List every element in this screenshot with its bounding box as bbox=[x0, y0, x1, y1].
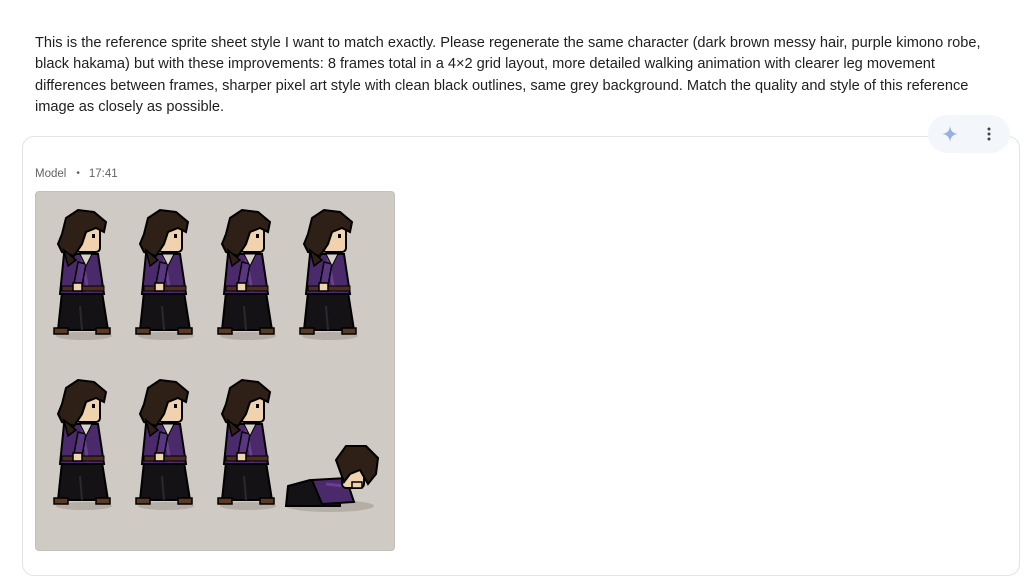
user-message: This is the reference sprite sheet style… bbox=[35, 34, 981, 116]
sprite-frame-8 bbox=[284, 444, 380, 514]
sprite-sheet-canvas bbox=[52, 208, 380, 514]
response-meta: Model • 17:41 bbox=[35, 166, 118, 182]
meta-separator: • bbox=[76, 168, 80, 179]
sprite-sheet-image[interactable] bbox=[35, 191, 395, 551]
sprite-frame-3 bbox=[216, 208, 278, 342]
more-options-button[interactable] bbox=[976, 121, 1002, 147]
more-vertical-icon bbox=[987, 127, 991, 141]
timestamp: 17:41 bbox=[88, 168, 118, 180]
sprite-frame-5 bbox=[52, 378, 114, 512]
sprite-frame-7 bbox=[216, 378, 278, 512]
author-label: Model bbox=[35, 168, 67, 180]
sparkle-icon bbox=[942, 126, 958, 142]
sprite-frame-2 bbox=[134, 208, 196, 342]
sprite-frame-4 bbox=[298, 208, 360, 342]
sprite-frame-6 bbox=[134, 378, 196, 512]
sprite-frame-1 bbox=[52, 208, 114, 342]
sparkle-button[interactable] bbox=[937, 121, 963, 147]
